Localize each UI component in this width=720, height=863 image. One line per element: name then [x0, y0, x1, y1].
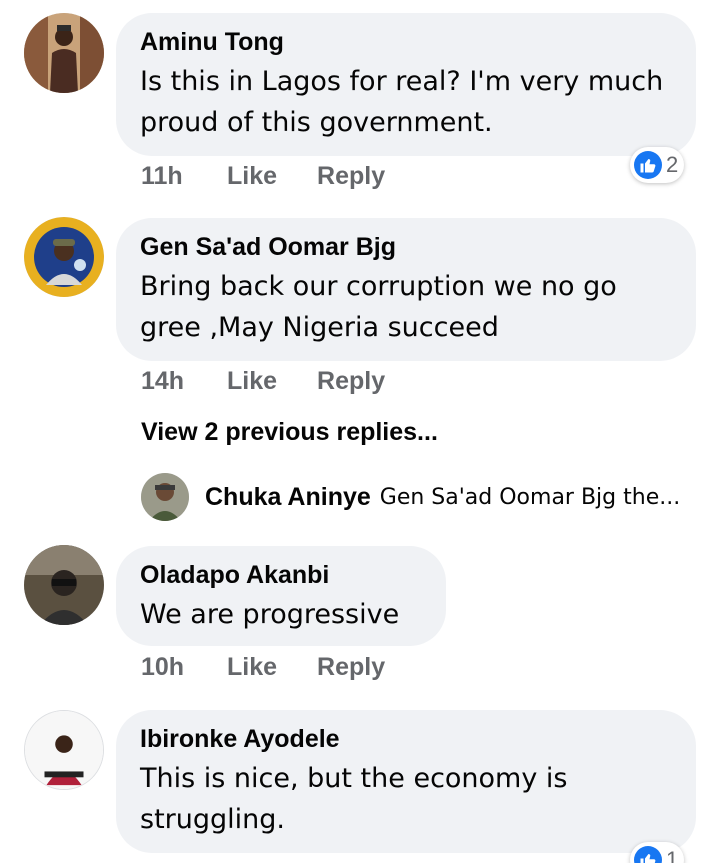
reply-button[interactable]: Reply: [317, 653, 385, 682]
reaction-count-badge[interactable]: 1: [630, 842, 685, 863]
comment-timestamp[interactable]: 14h: [141, 367, 227, 396]
comment-author[interactable]: Ibironke Ayodele: [140, 724, 672, 754]
reply-button[interactable]: Reply: [317, 367, 385, 396]
comment-author[interactable]: Oladapo Akanbi: [140, 560, 422, 590]
comment-text: This is nice, but the economy is struggl…: [140, 763, 568, 835]
avatar-oladapo-akanbi[interactable]: [24, 545, 104, 625]
comment-timestamp[interactable]: 11h: [141, 162, 227, 191]
comment-text: Bring back our corruption we no go gree …: [140, 271, 617, 343]
comment-text: We are progressive: [140, 599, 400, 630]
avatar-aminu-tong[interactable]: [24, 13, 104, 93]
avatar-ibironke-ayodele[interactable]: [24, 710, 104, 790]
reply-preview[interactable]: Chuka Aninye Gen Sa'ad Oomar Bjg the...: [141, 473, 680, 521]
profile-photo: [25, 711, 103, 789]
comment-bubble: Ibironke Ayodele This is nice, but the e…: [116, 710, 696, 853]
profile-photo: [24, 13, 104, 93]
comment-author[interactable]: Aminu Tong: [140, 27, 672, 57]
comment-actions: 10h Like Reply: [141, 653, 425, 682]
thumbs-up-icon: [634, 846, 662, 863]
profile-photo: [24, 545, 104, 625]
comment-bubble: Aminu Tong Is this in Lagos for real? I'…: [116, 13, 696, 156]
thumbs-up-icon: [634, 151, 662, 179]
profile-photo: [24, 217, 104, 297]
reaction-count-badge[interactable]: 2: [630, 147, 685, 183]
like-button[interactable]: Like: [227, 162, 277, 191]
comment-actions: 11h Like Reply: [141, 162, 425, 191]
comment-actions: 14h Like Reply: [141, 367, 425, 396]
avatar-gen-saad-oomar-bjg[interactable]: [24, 217, 104, 297]
comment-timestamp[interactable]: 10h: [141, 653, 227, 682]
comment-author[interactable]: Gen Sa'ad Oomar Bjg: [140, 232, 672, 262]
profile-photo: [141, 473, 189, 521]
comment-bubble: Gen Sa'ad Oomar Bjg Bring back our corru…: [116, 218, 696, 361]
reply-button[interactable]: Reply: [317, 162, 385, 191]
view-previous-replies-link[interactable]: View 2 previous replies...: [141, 418, 438, 447]
like-button[interactable]: Like: [227, 653, 277, 682]
reply-author[interactable]: Chuka Aninye: [205, 483, 371, 512]
comment-text: Is this in Lagos for real? I'm very much…: [140, 66, 664, 138]
reaction-count: 2: [666, 152, 679, 177]
reaction-count: 1: [666, 847, 679, 863]
reply-preview-text: Gen Sa'ad Oomar Bjg the...: [379, 484, 681, 510]
avatar-chuka-aninye[interactable]: [141, 473, 189, 521]
comment-bubble: Oladapo Akanbi We are progressive: [116, 546, 446, 646]
like-button[interactable]: Like: [227, 367, 277, 396]
